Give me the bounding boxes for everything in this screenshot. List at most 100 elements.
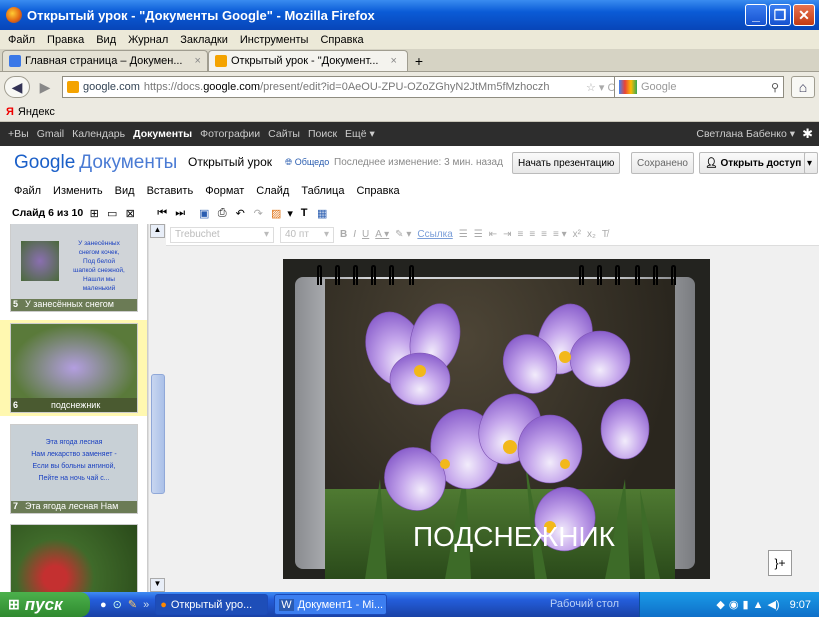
share-button[interactable]: 👤︎ Открыть доступ — [699, 152, 808, 174]
menu-file[interactable]: Файл — [8, 34, 35, 46]
forward-button[interactable]: ▶ — [34, 76, 56, 98]
undo-icon[interactable]: ↶ — [233, 206, 247, 220]
image-icon[interactable]: ▦ — [315, 206, 329, 220]
start-button[interactable]: ⊞ пуск — [0, 592, 90, 617]
shapes-icon[interactable]: ▨ — [269, 206, 283, 220]
prev-slide-icon[interactable]: ⏮ — [155, 206, 169, 220]
gbar-photos[interactable]: Фотографии — [200, 128, 260, 140]
filmstrip-scrollbar[interactable]: ▲ ▼ — [148, 224, 166, 592]
quicklaunch-more-icon[interactable]: » — [143, 599, 149, 611]
docs-menu-file[interactable]: Файл — [14, 185, 41, 197]
gbar-plus[interactable]: +Вы — [8, 128, 29, 140]
desktop-toolbar-label[interactable]: Рабочий стол — [550, 598, 619, 610]
underline-icon[interactable]: U — [362, 229, 369, 240]
font-select[interactable]: Trebuchet ▾ — [170, 226, 274, 243]
indent-decrease-icon[interactable]: ⇤ — [489, 229, 497, 240]
home-icon[interactable]: ⌂ — [791, 76, 815, 98]
textbox-icon[interactable]: T — [297, 206, 311, 220]
redo-icon[interactable]: ↷ — [251, 206, 265, 220]
align-center-icon[interactable]: ≡ — [529, 229, 535, 240]
maximize-button[interactable]: ❐ — [769, 4, 791, 26]
slide-thumbnail-7[interactable]: Эта ягода лесная Нам лекарство заменяет -… — [10, 424, 138, 514]
close-tab-icon[interactable]: × — [390, 55, 396, 67]
tray-shield-icon[interactable]: ◉ — [729, 598, 739, 611]
quicklaunch-search-icon[interactable]: ⊙ — [113, 598, 122, 611]
print-icon[interactable]: ⎙ — [215, 206, 229, 220]
quicklaunch-firefox-icon[interactable]: ● — [100, 599, 107, 611]
bullet-list-icon[interactable]: ☰ — [474, 229, 483, 240]
superscript-icon[interactable]: x² — [573, 229, 581, 240]
subscript-icon[interactable]: x₂ — [587, 229, 596, 240]
font-size-select[interactable]: 40 пт ▾ — [280, 226, 334, 243]
slide-thumbnail-6[interactable]: 6 подснежник — [10, 323, 138, 413]
bold-icon[interactable]: B — [340, 229, 347, 240]
site-identity[interactable]: google.com — [83, 81, 144, 93]
shapes-dropdown-icon[interactable]: ▾ — [287, 206, 293, 220]
highlight-icon[interactable]: ✎ ▾ — [395, 229, 411, 240]
tray-app-icon[interactable]: ▮ — [743, 598, 749, 611]
close-button[interactable]: ✕ — [793, 4, 815, 26]
menu-help[interactable]: Справка — [320, 34, 363, 46]
docs-menu-slide[interactable]: Слайд — [256, 185, 289, 197]
delete-slide-icon[interactable]: ⊠ — [123, 206, 137, 220]
document-title[interactable]: Открытый урок — [188, 155, 272, 169]
search-magnifier-icon[interactable]: ⚲ — [771, 81, 779, 94]
save-icon[interactable]: ▣ — [197, 206, 211, 220]
tray-network-icon[interactable]: ◆ — [716, 598, 724, 611]
docs-menu-view[interactable]: Вид — [115, 185, 135, 197]
italic-icon[interactable]: I — [353, 229, 356, 240]
docs-menu-insert[interactable]: Вставить — [147, 185, 194, 197]
add-slide-icon[interactable]: ⊞ — [87, 206, 101, 220]
tray-volume-icon[interactable]: ◀) — [767, 598, 779, 611]
quicklaunch-tool-icon[interactable]: ✎ — [128, 598, 137, 611]
speaker-notes-toggle-icon[interactable]: }+ — [768, 550, 792, 576]
align-more-icon[interactable]: ≡ ▾ — [553, 229, 567, 240]
google-search-engine-icon[interactable] — [619, 80, 637, 94]
docs-menu-edit[interactable]: Изменить — [53, 185, 103, 197]
menu-edit[interactable]: Правка — [47, 34, 84, 46]
text-color-icon[interactable]: A ▾ — [375, 229, 389, 240]
url-bar[interactable]: google.com https://docs. google.com/prese… — [62, 76, 618, 98]
menu-history[interactable]: Журнал — [128, 34, 168, 46]
scrollbar-thumb[interactable] — [151, 374, 165, 494]
scroll-up-icon[interactable]: ▲ — [150, 224, 165, 238]
taskbar-firefox-window[interactable]: ● Открытый уро... — [155, 594, 269, 615]
tray-update-icon[interactable]: ▲ — [753, 599, 764, 611]
last-modified[interactable]: Последнее изменение: 3 мин. назад — [334, 157, 503, 168]
gbar-gmail[interactable]: Gmail — [37, 128, 64, 140]
tab-open-lesson[interactable]: Открытый урок - "Документ... × — [208, 50, 408, 71]
slide-thumbnail-5[interactable]: У занесённых снегом кочек, Под белой шапкой… — [10, 224, 138, 312]
start-presentation-button[interactable]: Начать презентацию — [512, 152, 621, 174]
slide-caption-text[interactable]: ПОДСНЕЖНИК — [413, 521, 615, 553]
tab-docs-home[interactable]: Главная страница – Докумен... × — [2, 50, 208, 71]
gear-icon[interactable]: ✱ — [802, 126, 813, 142]
taskbar-word-window[interactable]: W Документ1 - Mi... — [274, 594, 388, 615]
docs-menu-help[interactable]: Справка — [356, 185, 399, 197]
slide-thumbnail-8[interactable] — [10, 524, 138, 592]
clear-format-icon[interactable]: T̸ — [602, 229, 608, 240]
docs-menu-format[interactable]: Формат — [205, 185, 244, 197]
menu-view[interactable]: Вид — [96, 34, 116, 46]
close-tab-icon[interactable]: × — [195, 55, 201, 67]
minimize-button[interactable]: _ — [745, 4, 767, 26]
align-left-icon[interactable]: ≡ — [517, 229, 523, 240]
menu-bookmarks[interactable]: Закладки — [180, 34, 228, 46]
gbar-search[interactable]: Поиск — [308, 128, 337, 140]
docs-menu-table[interactable]: Таблица — [301, 185, 344, 197]
link-button[interactable]: Ссылка — [417, 229, 452, 240]
gbar-documents[interactable]: Документы — [133, 128, 192, 140]
bookmark-star-icon[interactable]: ☆ ▾ C — [586, 81, 615, 94]
bookmark-yandex[interactable]: Яндекс — [18, 106, 55, 118]
current-slide[interactable]: ПОДСНЕЖНИК — [283, 259, 710, 579]
align-right-icon[interactable]: ≡ — [541, 229, 547, 240]
next-slide-icon[interactable]: ⏭ — [173, 206, 187, 220]
share-state[interactable]: 🌐︎ Общедо — [285, 157, 329, 168]
back-button[interactable]: ◀ — [4, 76, 30, 98]
saved-button[interactable]: Сохранено — [631, 152, 694, 174]
duplicate-slide-icon[interactable]: ▭ — [105, 206, 119, 220]
menu-tools[interactable]: Инструменты — [240, 34, 309, 46]
gbar-calendar[interactable]: Календарь — [72, 128, 125, 140]
numbered-list-icon[interactable]: ☰ — [459, 229, 468, 240]
gbar-more[interactable]: Ещё ▾ — [345, 128, 375, 140]
slide-canvas[interactable]: ПОДСНЕЖНИК }+ — [166, 246, 819, 592]
